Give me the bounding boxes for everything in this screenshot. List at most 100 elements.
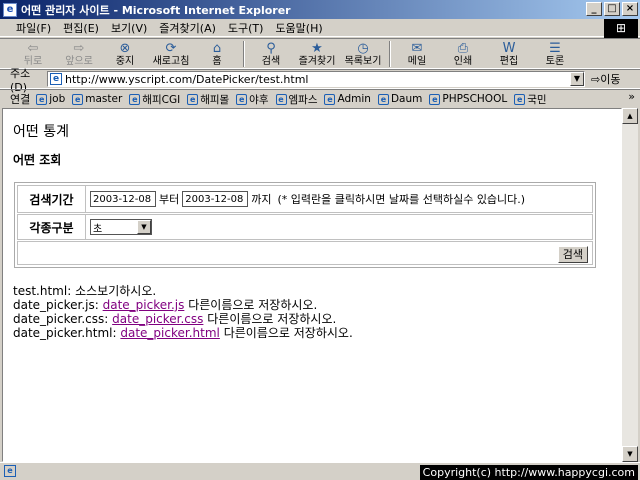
link-item[interactable]: e job (36, 93, 65, 105)
section-title: 어떤 조회 (13, 153, 62, 167)
copyright-text: Copyright(c) http://www.happycgi.com (419, 465, 638, 480)
close-button[interactable]: × (622, 2, 638, 16)
menu-file[interactable]: 파일(F) (10, 20, 57, 36)
menu-help[interactable]: 도움말(H) (269, 20, 328, 36)
ie-page-icon: e (275, 93, 287, 105)
menu-edit[interactable]: 편집(E) (57, 20, 105, 36)
menu-favorites[interactable]: 즐겨찾기(A) (153, 20, 222, 36)
link-item[interactable]: e 해피몰 (187, 92, 229, 107)
stop-icon: ⊗ (119, 41, 131, 56)
home-icon: ⌂ (212, 41, 222, 56)
list-item: date_picker.js: date_picker.js 다른이름으로 저장… (13, 298, 353, 312)
link-item[interactable]: e 국민 (514, 92, 547, 107)
type-row: 각종구분 초 ▼ (17, 214, 593, 240)
scroll-down-icon[interactable]: ▼ (622, 446, 638, 462)
forward-button[interactable]: ⇨ 앞으로 (56, 39, 102, 69)
end-date-input[interactable] (182, 191, 249, 207)
home-button[interactable]: ⌂ 홈 (194, 39, 240, 69)
period-value-cell: 부터 까지 (* 입력란을 클릭하시면 날짜를 선택하실수 있습니다.) (87, 186, 592, 212)
file-note: 소스보기하시오. (75, 284, 157, 298)
discuss-button[interactable]: ☰ 토론 (532, 39, 578, 69)
links-bar: 연결 e job e master e 해피CGI e 해피몰 e 야후 e 엠파스 e Ad… (0, 89, 640, 108)
vertical-scrollbar[interactable]: ▲ ▼ (622, 108, 638, 462)
ie-page-icon: e (72, 93, 84, 105)
button-row: 검색 (17, 241, 593, 265)
printer-icon: ⎙ (457, 41, 469, 56)
link-item[interactable]: e 해피CGI (129, 92, 180, 107)
scroll-up-icon[interactable]: ▲ (622, 108, 638, 124)
favorites-button[interactable]: ★ 즐겨찾기 (294, 39, 340, 69)
link-item[interactable]: e Admin (324, 93, 371, 105)
maximize-button[interactable]: □ (604, 2, 620, 16)
discuss-icon: ☰ (549, 41, 561, 56)
ie-page-icon: e (429, 93, 441, 105)
stop-label: 중지 (115, 56, 135, 67)
home-label: 홈 (212, 56, 222, 67)
search-icon: ⚲ (266, 41, 276, 56)
file-name: date_picker.html: (13, 326, 117, 340)
address-dropdown-icon[interactable]: ▼ (570, 72, 584, 86)
history-label: 목록보기 (344, 56, 382, 67)
stop-button[interactable]: ⊗ 중지 (102, 39, 148, 69)
link-label: 국민 (527, 93, 547, 106)
chevron-down-icon[interactable]: ▼ (137, 220, 151, 234)
window-controls: _ □ × (586, 2, 638, 16)
ie-page-icon: e (36, 93, 48, 105)
refresh-label: 새로고침 (152, 56, 190, 67)
menu-view[interactable]: 보기(V) (105, 20, 153, 36)
period-label: 검색기간 (18, 186, 86, 212)
page-icon: e (50, 73, 62, 85)
favorites-label: 즐겨찾기 (298, 56, 336, 67)
link-label: 해피CGI (142, 93, 181, 106)
type-value-cell: 초 ▼ (87, 215, 592, 239)
ie-page-icon: e (377, 93, 389, 105)
history-icon: ◷ (357, 41, 369, 56)
ie-icon: e (3, 2, 17, 17)
link-item[interactable]: e 엠파스 (275, 92, 318, 107)
menu-tools[interactable]: 도구(T) (222, 20, 270, 36)
file-link-date-picker-html[interactable]: date_picker.html (120, 326, 220, 340)
link-item[interactable]: e master (72, 93, 122, 105)
file-list: test.html: 소스보기하시오. date_picker.js: date… (13, 284, 353, 340)
link-item[interactable]: e PHPSCHOOL (429, 93, 507, 105)
period-row: 검색기간 부터 까지 (* 입력란을 클릭하시면 날짜를 선택하실수 있습니다.… (17, 185, 593, 213)
address-bar: 주소(D) e ▼ ⇨이동 (0, 67, 640, 94)
file-link-date-picker-css[interactable]: date_picker.css (112, 312, 203, 326)
edit-button[interactable]: W 편집 (486, 39, 532, 69)
link-label: Admin (337, 93, 371, 105)
to-word: 까지 (251, 193, 272, 206)
address-field[interactable]: e ▼ (47, 71, 585, 87)
standard-toolbar: ⇦ 뒤로 ⇨ 앞으로 ⊗ 중지 ⟳ 새로고침 ⌂ 홈 ⚲ 검색 ★ 즐겨찾기 ◷… (0, 38, 640, 69)
ie-page-icon: e (514, 93, 526, 105)
print-button[interactable]: ⎙ 인쇄 (440, 39, 486, 69)
search-button[interactable]: ⚲ 검색 (248, 39, 294, 69)
file-name: date_picker.css: (13, 312, 109, 326)
file-link-date-picker-js[interactable]: date_picker.js (103, 298, 185, 312)
history-button[interactable]: ◷ 목록보기 (340, 39, 386, 69)
search-submit-button[interactable]: 검색 (557, 246, 588, 263)
link-item[interactable]: e Daum (377, 93, 422, 105)
address-input[interactable] (65, 72, 565, 86)
go-label: 이동 (600, 73, 621, 86)
links-more-icon[interactable]: » (628, 90, 635, 103)
file-name: date_picker.js: (13, 298, 99, 312)
refresh-button[interactable]: ⟳ 새로고침 (148, 39, 194, 69)
link-item[interactable]: e 야후 (236, 92, 269, 107)
start-date-input[interactable] (90, 191, 156, 207)
file-note: 다른이름으로 저장하시오. (188, 298, 318, 312)
file-note: 다른이름으로 저장하시오. (207, 312, 337, 326)
file-name: test.html: (13, 284, 72, 298)
ie-page-icon: e (236, 93, 248, 105)
type-select[interactable]: 초 ▼ (90, 219, 152, 235)
mail-button[interactable]: ✉ 메일 (394, 39, 440, 69)
discuss-label: 토론 (545, 56, 565, 67)
go-button[interactable]: ⇨이동 (591, 71, 620, 87)
link-label: master (85, 93, 123, 105)
link-label: 엠파스 (288, 93, 318, 106)
ie-page-icon: e (187, 93, 199, 105)
list-item: date_picker.css: date_picker.css 다른이름으로 … (13, 312, 353, 326)
title-bar: e 어떤 관리자 사이트 - Microsoft Internet Explor… (0, 0, 640, 19)
minimize-button[interactable]: _ (586, 2, 602, 16)
page-content: 어떤 통계 어떤 조회 검색기간 부터 까지 (* 입력란을 클릭하시면 날짜를… (2, 108, 622, 462)
forward-arrow-icon: ⇨ (73, 41, 85, 56)
